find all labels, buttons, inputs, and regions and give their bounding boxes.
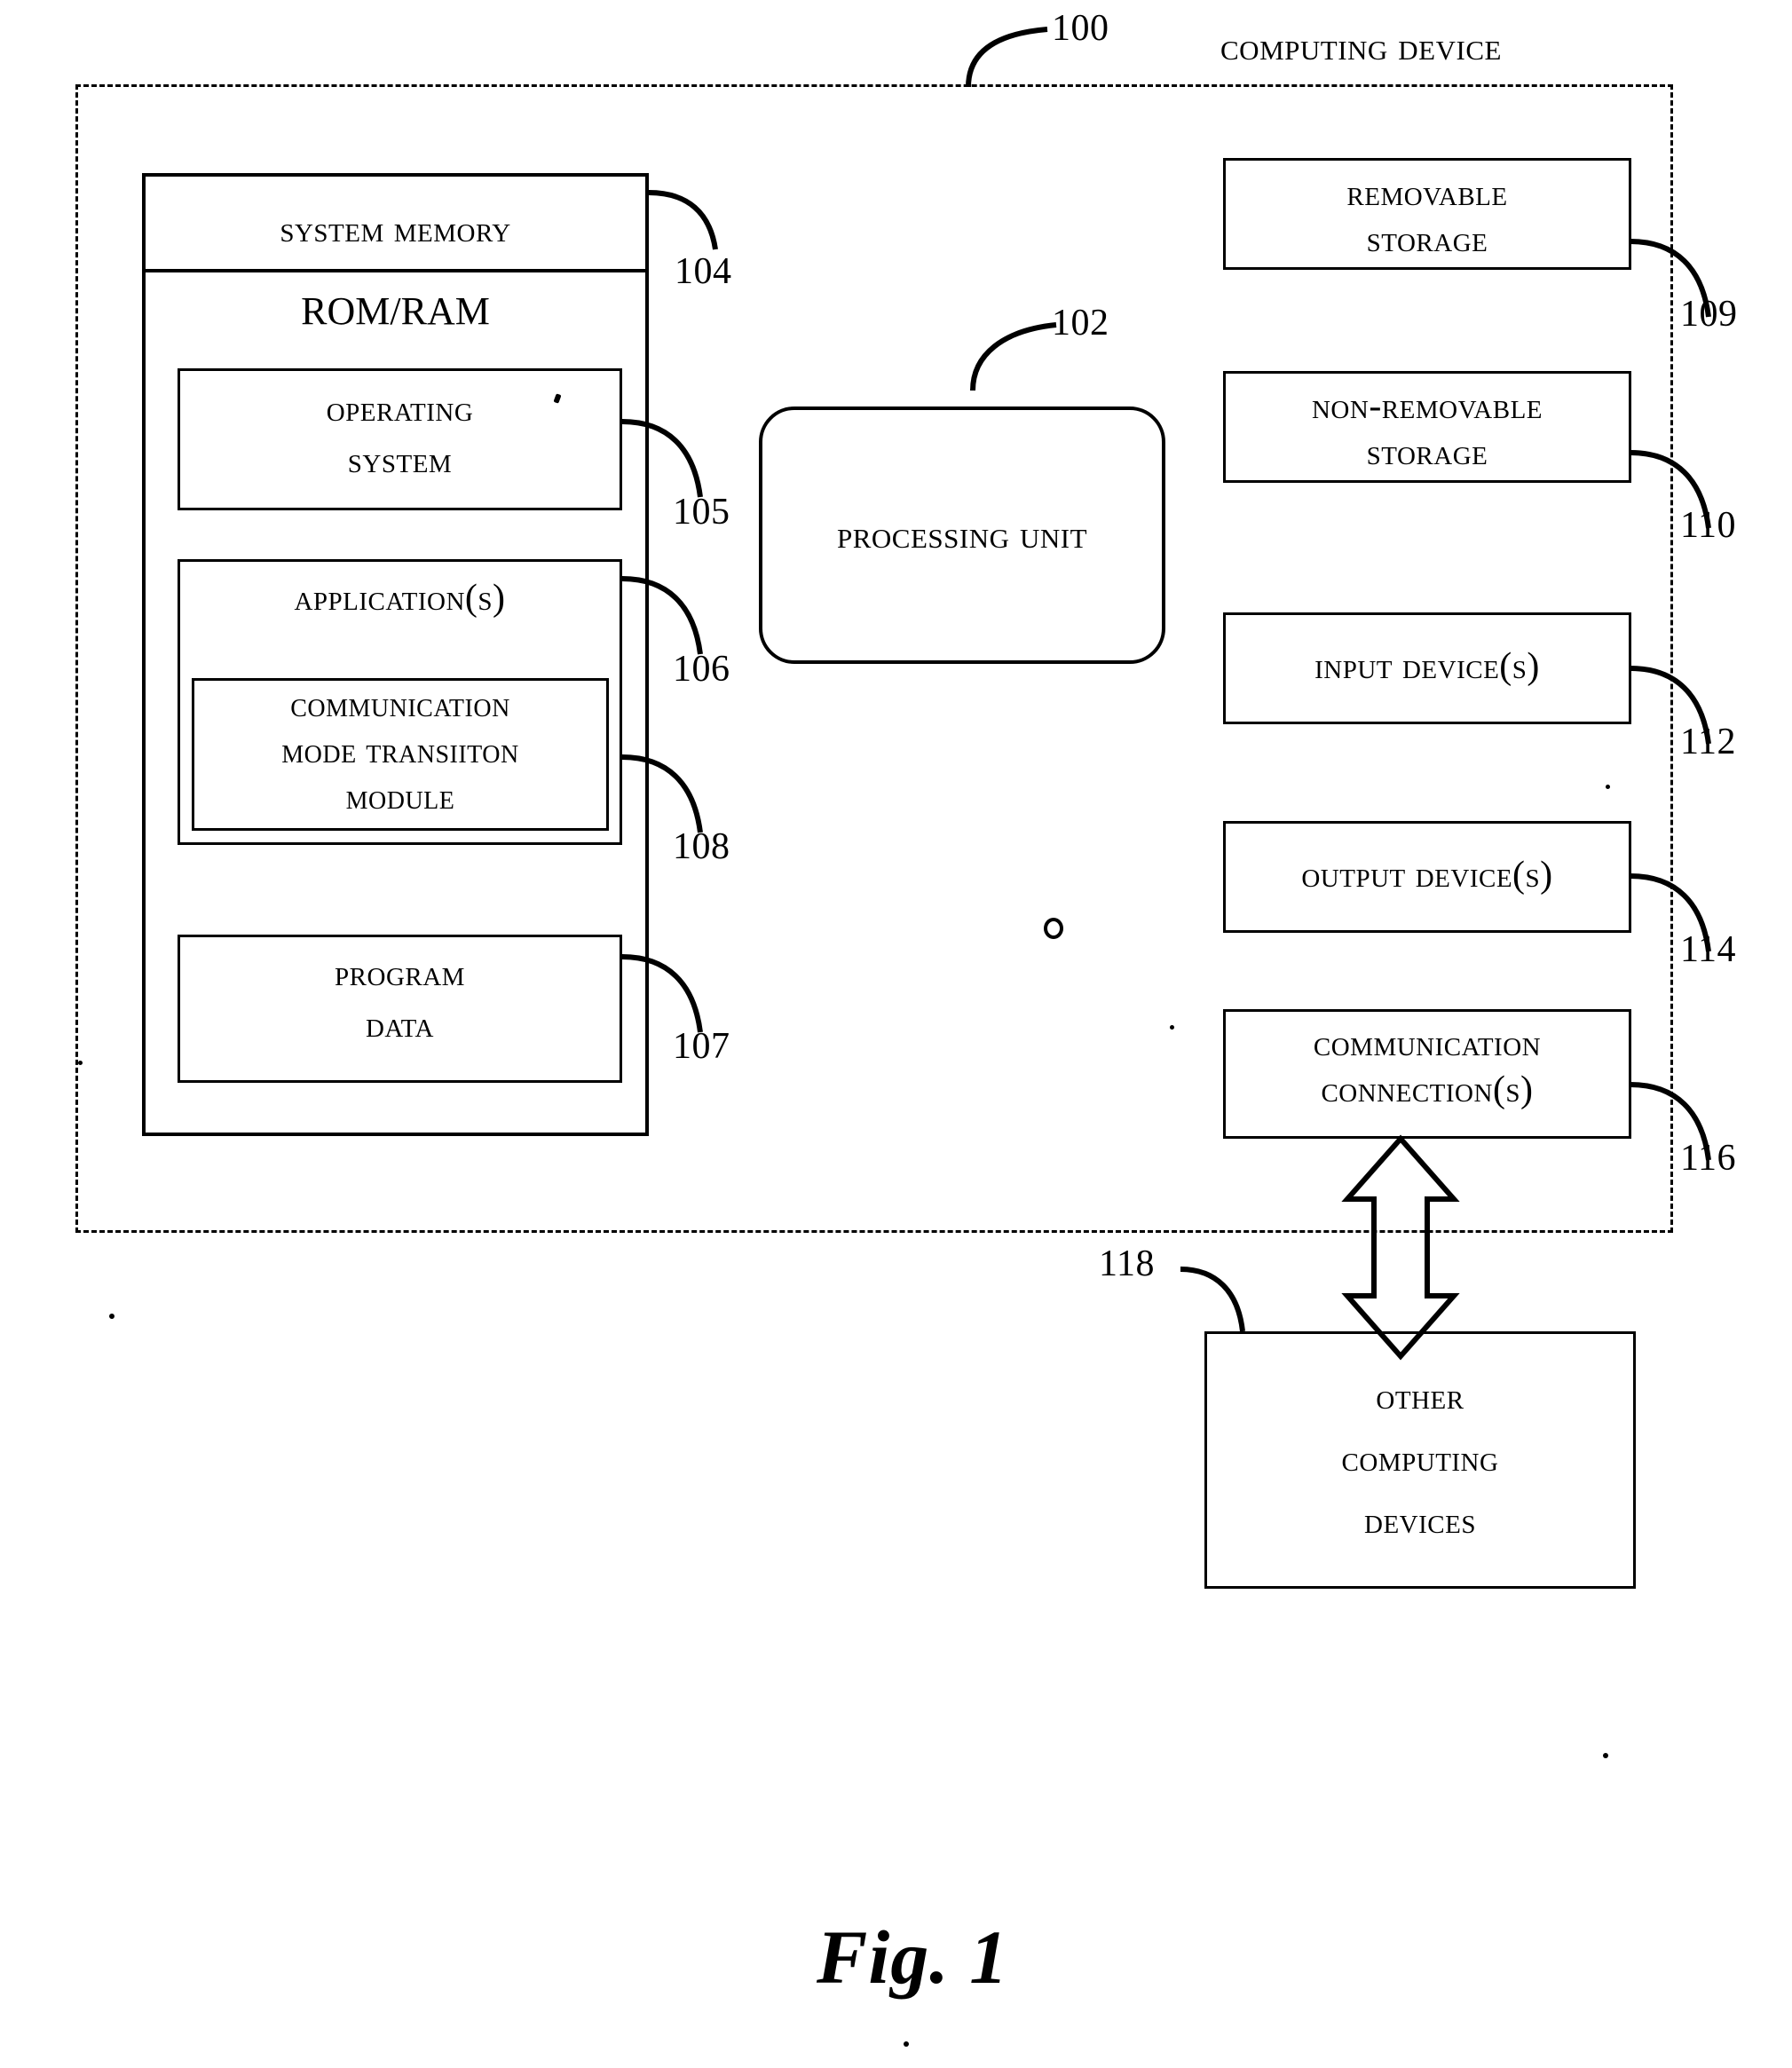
- program-data-box: [178, 935, 622, 1083]
- input-devices-box: [1223, 612, 1631, 724]
- ref-number-110: 110: [1680, 505, 1736, 546]
- ref-number-108: 108: [673, 826, 730, 867]
- scan-artifact-dot-right: [1606, 785, 1610, 789]
- ref-number-114: 114: [1680, 929, 1736, 970]
- ref-number-112: 112: [1680, 722, 1736, 762]
- page-title: COMPUTING DEVICE: [1220, 25, 1502, 68]
- scan-artifact-dot-lower-left: [109, 1314, 114, 1319]
- leader-line-100: [966, 27, 1048, 88]
- non-removable-storage-box: [1223, 371, 1631, 483]
- patent-figure-page: COMPUTING DEVICE 100 SYSTEM MEMORY ROM/R…: [0, 0, 1792, 2068]
- removable-storage-box: [1223, 158, 1631, 270]
- scan-artifact-dot-left: [78, 1061, 83, 1065]
- output-devices-box: [1223, 821, 1631, 933]
- ref-number-102: 102: [1052, 303, 1109, 343]
- figure-caption: Fig. 1: [817, 1914, 1009, 2000]
- other-computing-devices-box: [1204, 1331, 1636, 1589]
- communication-mode-transition-module-box: [192, 678, 609, 831]
- ref-number-105: 105: [673, 492, 730, 533]
- leader-line-118: [1180, 1267, 1245, 1332]
- ref-number-107: 107: [673, 1026, 730, 1067]
- scan-artifact-dot-bottom: [904, 2041, 909, 2047]
- scan-artifact-dot-bottom-right: [1603, 1753, 1608, 1758]
- ref-number-118: 118: [1099, 1243, 1155, 1284]
- system-memory-divider: [142, 269, 649, 272]
- scan-artifact-dot-mid: [1170, 1025, 1174, 1030]
- operating-system-box: [178, 368, 622, 510]
- communication-connections-box: [1223, 1009, 1631, 1139]
- ref-number-109: 109: [1680, 294, 1738, 335]
- ref-number-116: 116: [1680, 1138, 1736, 1179]
- ref-number-100: 100: [1052, 8, 1109, 49]
- ref-number-104: 104: [675, 251, 732, 292]
- ref-number-106: 106: [673, 649, 730, 690]
- scan-artifact-ring: [1044, 918, 1063, 939]
- processing-unit-box: [759, 406, 1165, 664]
